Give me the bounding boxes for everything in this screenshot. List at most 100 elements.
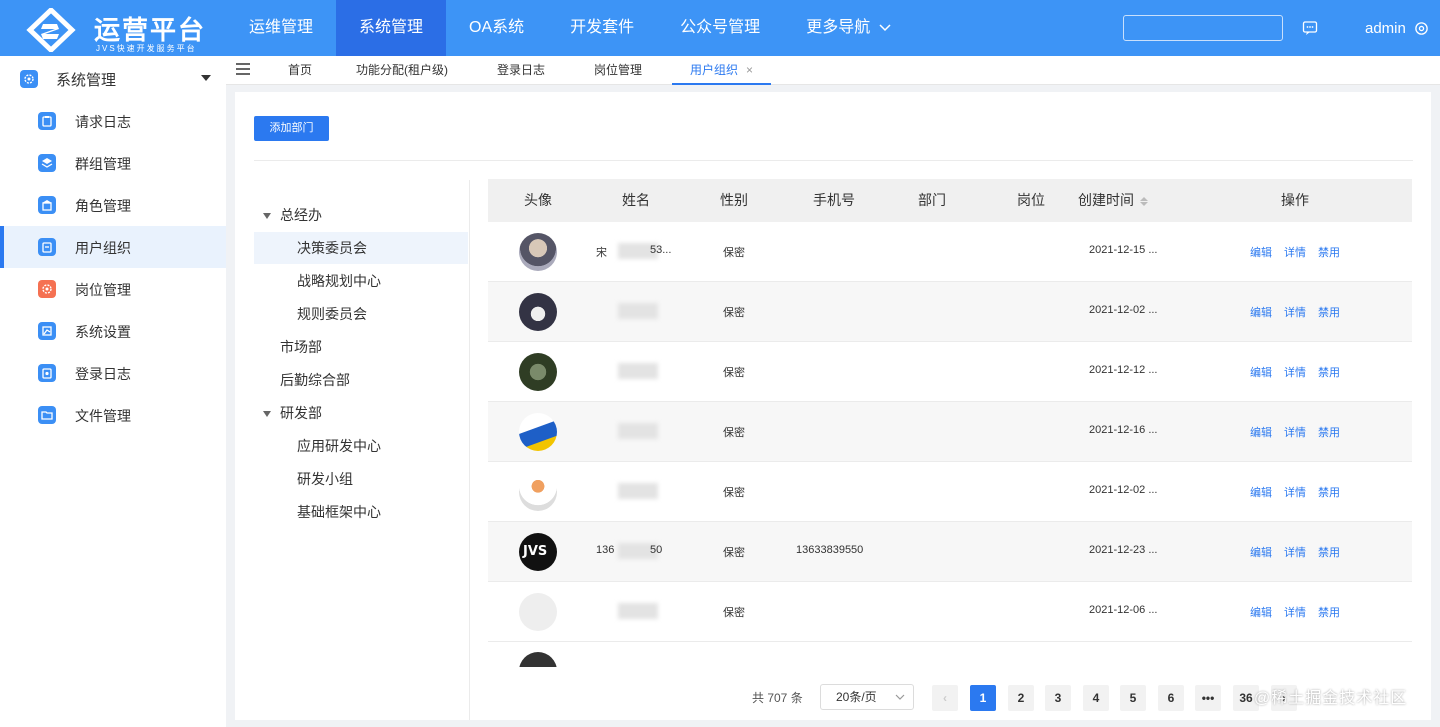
sidebar-item-login-log[interactable]: 登录日志 (0, 352, 226, 394)
disable-link[interactable]: 禁用 (1318, 364, 1340, 380)
detail-link[interactable]: 详情 (1284, 364, 1306, 380)
tree-node[interactable]: 基础框架中心 (254, 496, 468, 528)
main-nav: 运维管理 系统管理 OA系统 开发套件 公众号管理 更多导航 (226, 0, 915, 56)
tab-user-org[interactable]: 用户组织 × (672, 56, 772, 85)
page-1[interactable]: 1 (970, 685, 996, 711)
nav-oa[interactable]: OA系统 (446, 0, 547, 56)
tree-node-label: 研发部 (280, 405, 322, 421)
disable-link[interactable]: 禁用 (1318, 544, 1340, 560)
logo-subtitle: JVS快速开发服务平台 (96, 44, 197, 53)
edit-link[interactable]: 编辑 (1250, 484, 1272, 500)
table-row: 保密 2021-12-02 ... 编辑 详情 禁用 (488, 462, 1412, 522)
add-department-button[interactable]: 添加部门 (254, 116, 329, 141)
col-name: 姓名 (622, 192, 650, 208)
tree-node[interactable]: 总经办 (254, 199, 468, 231)
tree-node[interactable]: 战略规划中心 (254, 265, 468, 297)
detail-link[interactable]: 详情 (1284, 604, 1306, 620)
divider (254, 160, 1413, 161)
tree-node[interactable]: 研发小组 (254, 463, 468, 495)
tab-home[interactable]: 首页 (288, 56, 312, 85)
tree-node[interactable]: 应用研发中心 (254, 430, 468, 462)
edit-link[interactable]: 编辑 (1250, 244, 1272, 260)
avatar (519, 413, 557, 451)
created-time-cell: 2021-12-12 ... (1089, 364, 1158, 376)
page-6[interactable]: 6 (1158, 685, 1184, 711)
sort-icon[interactable] (1140, 196, 1148, 206)
nav-devkit[interactable]: 开发套件 (547, 0, 657, 56)
sidebar-group-system[interactable]: 系统管理 (0, 56, 226, 100)
page-4[interactable]: 4 (1083, 685, 1109, 711)
redacted-blur (618, 363, 658, 379)
disable-link[interactable]: 禁用 (1318, 244, 1340, 260)
disable-link[interactable]: 禁用 (1318, 604, 1340, 620)
edit-link[interactable]: 编辑 (1250, 304, 1272, 320)
menu-toggle-icon[interactable] (236, 63, 250, 75)
detail-link[interactable]: 详情 (1284, 544, 1306, 560)
settings-icon[interactable] (1414, 21, 1429, 36)
logo-icon (26, 8, 76, 52)
caret-down-icon[interactable] (263, 411, 271, 417)
tree-node[interactable]: 后勤综合部 (254, 364, 468, 396)
nav-label: 系统管理 (359, 19, 424, 36)
avatar (519, 652, 557, 667)
page-3[interactable]: 3 (1045, 685, 1071, 711)
sidebar-item-file-mgmt[interactable]: 文件管理 (0, 394, 226, 436)
edit-link[interactable]: 编辑 (1250, 544, 1272, 560)
sidebar-item-position-mgmt[interactable]: 岗位管理 (0, 268, 226, 310)
sidebar-item-label: 角色管理 (75, 198, 131, 214)
edit-link[interactable]: 编辑 (1250, 604, 1272, 620)
tree-node-label: 研发小组 (297, 471, 353, 487)
tab-function-assign[interactable]: 功能分配(租户级) (356, 56, 448, 85)
col-created-time[interactable]: 创建时间 (1078, 179, 1168, 222)
tab-login-log[interactable]: 登录日志 (497, 56, 545, 85)
username[interactable]: admin (1365, 20, 1406, 37)
sidebar-item-request-log[interactable]: 请求日志 (0, 100, 226, 142)
table-row: 保密 2021-12-06 ... 编辑 详情 禁用 (488, 582, 1412, 642)
nav-more[interactable]: 更多导航 (783, 0, 915, 56)
tree-node[interactable]: 决策委员会 (254, 232, 468, 264)
gender-cell: 保密 (723, 307, 745, 319)
col-phone: 手机号 (813, 192, 855, 208)
top-navbar: 运营平台 JVS快速开发服务平台 运维管理 系统管理 OA系统 开发套件 公众号… (0, 0, 1440, 56)
tree-node-label: 决策委员会 (297, 240, 367, 256)
tab-position-mgmt[interactable]: 岗位管理 (594, 56, 642, 85)
disable-link[interactable]: 禁用 (1318, 424, 1340, 440)
search-input[interactable] (1123, 15, 1283, 41)
table-row: 保密 2021-12-16 ... 编辑 详情 禁用 (488, 402, 1412, 462)
jvs-logo-icon: JVS (523, 544, 548, 559)
gender-cell: 保密 (723, 487, 745, 499)
page-ellipsis[interactable]: ••• (1195, 685, 1221, 711)
close-icon[interactable]: × (746, 63, 753, 77)
nav-wechat[interactable]: 公众号管理 (657, 0, 783, 56)
detail-link[interactable]: 详情 (1284, 484, 1306, 500)
tree-node[interactable]: 研发部 (254, 397, 468, 429)
detail-link[interactable]: 详情 (1284, 424, 1306, 440)
message-icon[interactable] (1302, 20, 1318, 36)
detail-link[interactable]: 详情 (1284, 304, 1306, 320)
tree-node[interactable]: 规则委员会 (254, 298, 468, 330)
edit-link[interactable]: 编辑 (1250, 424, 1272, 440)
created-time-cell: 2021-12-23 ... (1089, 544, 1158, 556)
sidebar-item-user-org[interactable]: 用户组织 (0, 226, 226, 268)
nav-system[interactable]: 系统管理 (336, 0, 447, 56)
edit-link[interactable]: 编辑 (1250, 364, 1272, 380)
page-2[interactable]: 2 (1008, 685, 1034, 711)
nav-label: 更多导航 (806, 19, 871, 36)
page-size-select[interactable]: 20条/页 (820, 684, 914, 710)
detail-link[interactable]: 详情 (1284, 244, 1306, 260)
phone-cell: 13633839550 (796, 544, 864, 556)
page-5[interactable]: 5 (1120, 685, 1146, 711)
prev-page-button[interactable]: ‹ (932, 685, 958, 711)
disable-link[interactable]: 禁用 (1318, 304, 1340, 320)
tree-node[interactable]: 市场部 (254, 331, 468, 363)
avatar (519, 233, 557, 271)
sidebar-item-group-mgmt[interactable]: 群组管理 (0, 142, 226, 184)
nav-ops[interactable]: 运维管理 (226, 0, 336, 56)
caret-down-icon[interactable] (263, 213, 271, 219)
logo[interactable]: 运营平台 JVS快速开发服务平台 (26, 6, 226, 53)
avatar (519, 293, 557, 331)
sidebar-item-system-settings[interactable]: 系统设置 (0, 310, 226, 352)
name-prefix: 宋 (596, 247, 607, 259)
sidebar-item-role-mgmt[interactable]: 角色管理 (0, 184, 226, 226)
disable-link[interactable]: 禁用 (1318, 484, 1340, 500)
